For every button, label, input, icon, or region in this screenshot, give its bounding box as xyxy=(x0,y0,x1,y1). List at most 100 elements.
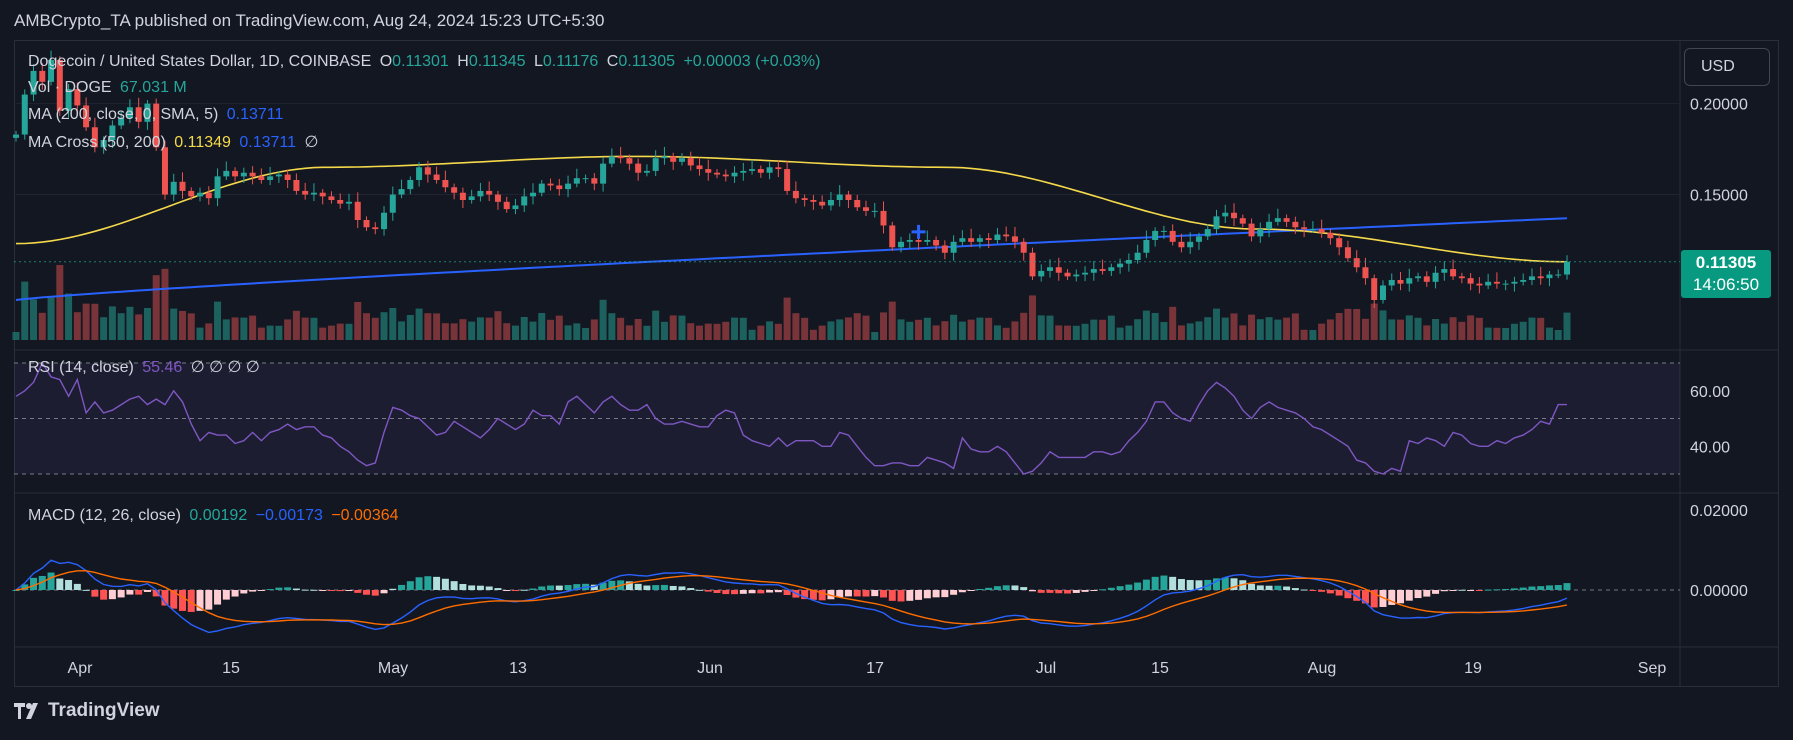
macd-histogram-bar xyxy=(687,588,695,590)
macd-histogram-bar xyxy=(1493,589,1501,591)
macd-legend[interactable]: MACD (12, 26, close) 0.00192 −0.00173 −0… xyxy=(28,507,403,525)
macd-histogram-bar xyxy=(82,589,90,591)
volume-bar xyxy=(73,312,81,340)
volume-bar xyxy=(380,312,388,340)
time-tick-label: 17 xyxy=(866,660,884,677)
candle-body xyxy=(293,180,300,191)
candle-body xyxy=(1362,267,1369,279)
candle-body xyxy=(1003,234,1010,237)
candle-body xyxy=(494,194,501,202)
macd-histogram-bar xyxy=(108,590,116,600)
volume-bar xyxy=(722,321,730,340)
candle-body xyxy=(284,174,291,180)
volume-bar xyxy=(1204,317,1212,340)
volume-bar xyxy=(827,321,835,340)
volume-bar xyxy=(976,317,984,340)
candle-body xyxy=(1379,285,1386,300)
candle-body xyxy=(1011,236,1018,242)
volume-bar xyxy=(1256,319,1264,340)
macd-histogram-bar xyxy=(941,590,949,598)
volume-bar xyxy=(748,329,756,340)
candle-body xyxy=(950,241,957,253)
macd-histogram-bar xyxy=(398,584,406,590)
macd-histogram-bar xyxy=(958,590,966,593)
candle-body xyxy=(310,192,317,195)
volume-bar xyxy=(1037,315,1045,340)
volume-bar xyxy=(424,313,432,340)
ma-cross-legend[interactable]: MA Cross (50, 200) 0.11349 0.13711 ∅ xyxy=(28,132,322,152)
candle-body xyxy=(1047,267,1053,271)
rsi-legend[interactable]: RSI (14, close) 55.46 ∅ ∅ ∅ ∅ xyxy=(28,357,264,377)
macd-histogram-bar xyxy=(660,584,668,590)
macd-histogram-bar xyxy=(485,586,493,590)
macd-histogram-bar xyxy=(906,590,914,601)
tradingview-logo[interactable]: TradingView xyxy=(14,700,160,722)
volume-bar xyxy=(126,306,134,340)
macd-histogram-bar xyxy=(249,590,257,592)
volume-bar xyxy=(1563,312,1571,340)
macd-histogram-bar xyxy=(678,586,686,590)
macd-histogram-bar xyxy=(468,585,476,590)
macd-histogram-bar xyxy=(1563,583,1571,590)
macd-histogram-bar xyxy=(1467,590,1475,591)
volume-bar xyxy=(880,312,888,340)
volume-bar xyxy=(56,265,64,340)
candle-body xyxy=(810,200,817,202)
candle-body xyxy=(582,178,589,180)
volume-bar xyxy=(520,317,528,340)
volume-bar xyxy=(240,317,248,340)
volume-bar xyxy=(231,317,239,340)
candle-body xyxy=(626,158,633,164)
volume-bar xyxy=(1361,318,1369,340)
volume-bar xyxy=(608,313,616,340)
macd-histogram-bar xyxy=(91,590,99,597)
volume-bar xyxy=(275,325,283,340)
volume-bar xyxy=(1353,309,1361,340)
currency-button[interactable]: USD xyxy=(1684,48,1770,86)
macd-histogram-bar xyxy=(406,581,414,590)
volume-bar xyxy=(923,317,931,340)
last-price: 0.11305 xyxy=(1695,253,1757,272)
ma-legend[interactable]: MA (200, close, 0, SMA, 5) 0.13711 xyxy=(28,106,287,124)
macd-histogram-bar xyxy=(950,590,958,595)
candle-body xyxy=(1213,216,1220,230)
symbol-legend[interactable]: Dogecoin / United States Dollar, 1D, COI… xyxy=(28,53,824,71)
volume-bar xyxy=(1265,317,1273,340)
low-value: 0.11176 xyxy=(542,53,599,70)
volume-bar xyxy=(529,321,537,340)
macd-histogram-bar xyxy=(1449,590,1457,591)
macd-histogram-bar xyxy=(1256,585,1264,590)
macd-histogram-bar xyxy=(1326,590,1334,594)
volume-bar xyxy=(660,321,668,340)
candle-body xyxy=(1266,221,1273,230)
volume-bar xyxy=(161,268,169,340)
candle-body xyxy=(871,210,878,212)
volume-bar xyxy=(993,325,1001,340)
volume-legend[interactable]: Vol · DOGE 67.031 M xyxy=(28,79,191,97)
candle-body xyxy=(933,240,940,246)
volume-bar xyxy=(1300,329,1308,340)
candle-body xyxy=(21,94,28,135)
candle-body xyxy=(1432,272,1439,282)
macd-histogram-bar xyxy=(1020,587,1028,590)
macd-histogram-bar xyxy=(292,588,300,590)
volume-bar xyxy=(257,327,265,340)
candle-body xyxy=(722,174,729,177)
candle-body xyxy=(862,207,869,211)
macd-histogram-bar xyxy=(643,585,651,590)
macd-histogram-bar xyxy=(371,590,379,596)
volume-bar xyxy=(669,315,677,340)
volume-bar xyxy=(1335,313,1343,340)
candle-body xyxy=(416,167,423,180)
volume-bar xyxy=(1177,325,1185,340)
macd-histogram-bar xyxy=(143,590,151,592)
candle-body xyxy=(433,174,440,180)
macd-histogram-bar xyxy=(897,590,905,602)
candle-body xyxy=(1406,278,1413,284)
candle-body xyxy=(503,201,510,210)
volume-bar xyxy=(485,317,493,340)
volume-bar xyxy=(739,317,747,340)
candle-body xyxy=(424,167,431,175)
candle-body xyxy=(1117,263,1124,268)
volume-bar xyxy=(634,319,642,340)
